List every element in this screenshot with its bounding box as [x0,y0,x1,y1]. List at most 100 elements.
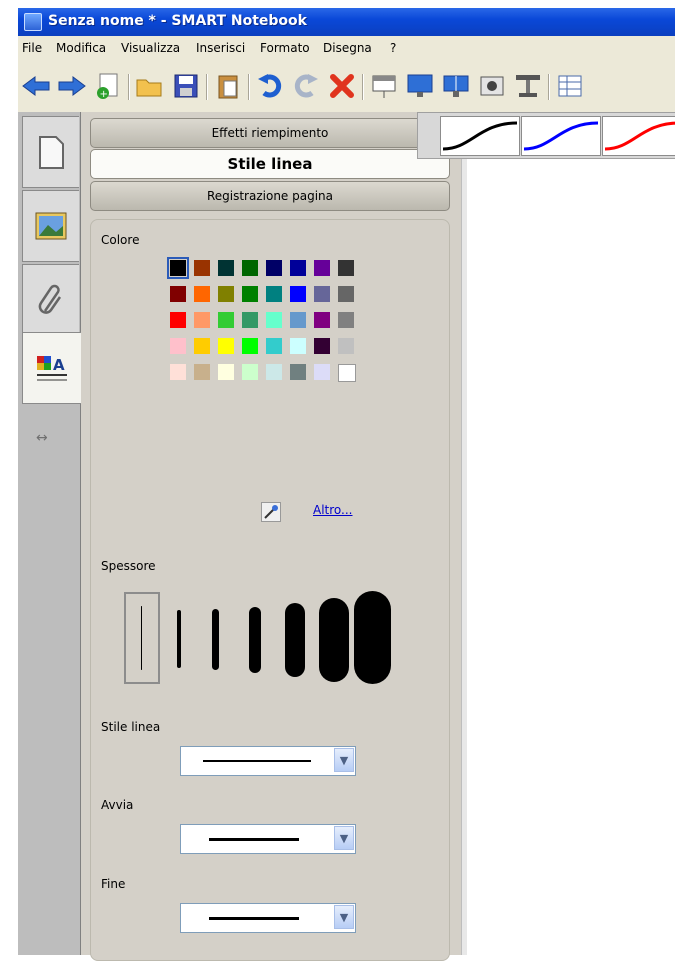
color-swatch[interactable] [242,260,258,276]
color-swatch[interactable] [170,312,186,328]
whiteboard-canvas[interactable] [467,112,675,955]
color-swatch[interactable] [314,286,330,302]
thickness-option-6[interactable] [319,598,349,682]
page-recording-header[interactable]: Registrazione pagina [90,181,450,211]
color-swatch[interactable] [290,338,306,354]
toolbar-separator [206,74,208,100]
color-swatch[interactable] [194,286,210,302]
menu-inserisci[interactable]: Inserisci [196,41,245,55]
color-swatch[interactable] [290,364,306,380]
line-preset-black[interactable] [440,116,520,156]
line-style-header[interactable]: Stile linea [90,149,450,179]
menu-disegna[interactable]: Disegna [323,41,372,55]
color-swatch[interactable] [266,260,282,276]
attachments-tab[interactable] [22,264,79,336]
color-swatch[interactable] [242,312,258,328]
color-swatch[interactable] [338,260,354,276]
end-dropdown[interactable]: ▼ [180,903,356,933]
save-icon[interactable] [170,70,202,102]
thickness-option-2[interactable] [177,610,181,668]
start-style-preview [209,838,299,841]
color-swatch[interactable] [218,312,234,328]
table-icon[interactable] [554,70,586,102]
color-swatch[interactable] [170,364,186,380]
chevron-down-icon[interactable]: ▼ [334,826,354,850]
thickness-option-1-selected[interactable] [124,592,160,684]
color-swatch[interactable] [242,338,258,354]
end-style-preview [209,917,299,920]
color-swatch[interactable] [290,286,306,302]
resize-arrows-icon[interactable]: ↔ [36,430,48,446]
title-bar: Senza nome * - SMART Notebook [18,8,675,36]
color-swatch[interactable] [167,257,189,279]
screen-shade-icon[interactable] [368,70,400,102]
forward-arrow-icon[interactable] [56,70,88,102]
line-style-preview [203,760,311,762]
color-swatch[interactable] [194,260,210,276]
properties-tab[interactable]: A [22,332,81,404]
color-swatch[interactable] [242,364,258,380]
delete-icon[interactable] [326,70,358,102]
line-style-label: Stile linea [101,720,161,734]
color-swatch[interactable] [218,364,234,380]
menu-help[interactable]: ? [390,41,396,55]
dual-display-icon[interactable] [440,70,472,102]
color-swatch[interactable] [314,312,330,328]
color-swatch[interactable] [194,312,210,328]
color-swatch[interactable] [338,286,354,302]
color-swatch[interactable] [338,312,354,328]
color-swatch[interactable] [290,312,306,328]
menu-modifica[interactable]: Modifica [56,41,106,55]
color-swatch[interactable] [194,364,210,380]
open-folder-icon[interactable] [134,70,166,102]
window-title: Senza nome * - SMART Notebook [48,13,307,29]
gallery-icon [35,212,67,240]
color-swatch[interactable] [218,286,234,302]
chevron-down-icon[interactable]: ▼ [334,905,354,929]
thickness-option-7[interactable] [354,591,391,684]
color-swatch[interactable] [314,260,330,276]
color-swatch[interactable] [194,338,210,354]
chevron-down-icon[interactable]: ▼ [334,748,354,772]
new-page-icon[interactable]: + [92,70,124,102]
menu-file[interactable]: File [22,41,42,55]
page-sorter-tab[interactable] [22,116,79,188]
display-icon[interactable] [404,70,436,102]
line-preset-blue[interactable] [521,116,601,156]
eyedropper-icon[interactable] [261,502,281,522]
attachments-icon [38,284,62,314]
color-swatch[interactable] [170,286,186,302]
start-dropdown[interactable]: ▼ [180,824,356,854]
color-swatch[interactable] [266,312,282,328]
color-swatch[interactable] [338,364,356,382]
back-arrow-icon[interactable] [20,70,52,102]
thickness-option-4[interactable] [249,607,261,673]
line-style-dropdown[interactable]: ▼ [180,746,356,776]
line-preset-red[interactable] [602,116,675,156]
thickness-option-3[interactable] [212,609,219,670]
color-swatch[interactable] [314,364,330,380]
document-camera-icon[interactable] [512,70,544,102]
menu-formato[interactable]: Formato [260,41,310,55]
redo-icon[interactable] [290,70,322,102]
fill-effects-header[interactable]: Effetti riempimento [90,118,450,148]
color-swatch[interactable] [266,364,282,380]
line-properties-content: Colore Altro... Spessore Stile linea ▼ A… [90,219,450,961]
color-swatch[interactable] [290,260,306,276]
gallery-tab[interactable] [22,190,79,262]
thickness-option-5[interactable] [285,603,305,677]
color-swatch[interactable] [266,286,282,302]
color-swatch[interactable] [170,338,186,354]
camera-icon[interactable] [476,70,508,102]
color-swatch[interactable] [266,338,282,354]
color-swatch[interactable] [314,338,330,354]
color-swatch[interactable] [218,260,234,276]
more-colors-link[interactable]: Altro... [313,503,353,517]
menu-visualizza[interactable]: Visualizza [121,41,180,55]
color-swatch[interactable] [242,286,258,302]
undo-icon[interactable] [254,70,286,102]
color-swatch[interactable] [218,338,234,354]
color-swatch[interactable] [338,338,354,354]
menu-bar: File Modifica Visualizza Inserisci Forma… [18,36,675,63]
paste-icon[interactable] [212,70,244,102]
